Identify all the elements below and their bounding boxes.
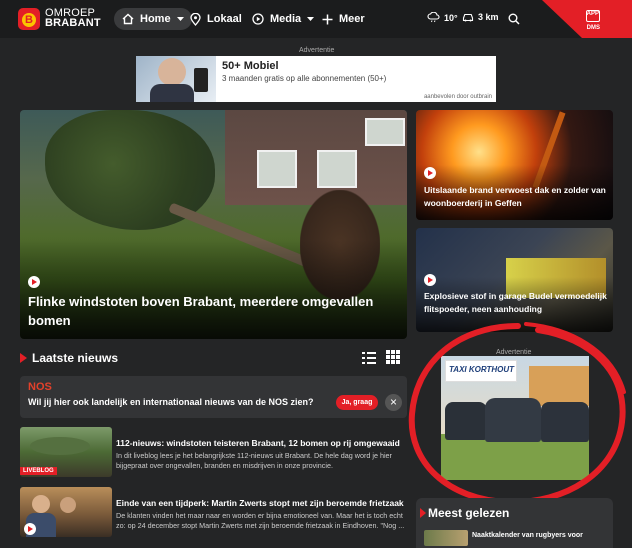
ad-label: Advertentie xyxy=(299,47,335,54)
car-icon xyxy=(462,13,474,22)
nav-home[interactable]: Home xyxy=(114,8,192,30)
section-marker-icon xyxy=(20,353,27,363)
hero-title[interactable]: Flinke windstoten boven Brabant, meerder… xyxy=(28,292,388,330)
traffic-indicator[interactable]: 3 km xyxy=(462,12,499,22)
app-download-banner[interactable]: APP DMS xyxy=(542,0,632,38)
most-read-title: Meest gelezen xyxy=(428,506,510,520)
chevron-down-icon xyxy=(176,16,184,21)
search-icon xyxy=(508,13,520,25)
play-icon xyxy=(424,274,436,286)
plus-icon xyxy=(322,14,333,24)
cloud-rain-icon xyxy=(427,12,440,23)
most-read-item-title[interactable]: Naaktkalender van rugbyers voor xyxy=(472,532,583,539)
side-article-title: Explosieve stof in garage Budel vermoede… xyxy=(424,291,607,314)
search-button[interactable] xyxy=(508,12,520,30)
chevron-down-icon xyxy=(307,16,315,21)
location-pin-icon xyxy=(190,12,201,26)
home-icon xyxy=(122,13,134,25)
list-icon xyxy=(362,352,376,364)
play-circle-icon xyxy=(252,13,264,25)
side-article-explosive[interactable]: Explosieve stof in garage Budel vermoede… xyxy=(416,228,613,332)
top-navigation-bar: B OMROEP BRABANT Home Lokaal Media Meer … xyxy=(0,0,632,38)
side-article-title: Uitslaande brand verwoest dak en zolder … xyxy=(424,185,606,208)
nav-meer[interactable]: Meer xyxy=(322,9,365,29)
news-item-description: In dit liveblog lees je het belangrijkst… xyxy=(116,451,392,470)
nos-logo: NOS xyxy=(28,381,52,393)
play-icon xyxy=(24,523,36,535)
news-item-title[interactable]: 112-nieuws: windstoten teisteren Brabant… xyxy=(116,438,400,448)
liveblog-badge: LIVEBLOG xyxy=(20,467,57,475)
site-logo-text[interactable]: OMROEP BRABANT xyxy=(45,8,101,29)
play-icon xyxy=(424,167,436,179)
nav-lokaal[interactable]: Lokaal xyxy=(190,9,242,29)
section-title: Laatste nieuws xyxy=(32,351,119,365)
section-marker-icon xyxy=(420,508,426,518)
nos-opt-in-banner: NOS Wil jij hier ook landelijk en intern… xyxy=(20,376,407,418)
hero-article[interactable]: Flinke windstoten boven Brabant, meerder… xyxy=(20,110,407,339)
nos-question: Wil jij hier ook landelijk en internatio… xyxy=(28,397,314,407)
news-item-description: De klanten vinden het maar naar en worde… xyxy=(116,511,405,530)
play-icon xyxy=(28,276,40,288)
omroep-brabant-logo-icon[interactable]: B xyxy=(18,8,40,30)
news-item-title[interactable]: Einde van een tijdperk: Martin Zwerts st… xyxy=(116,498,404,508)
side-article-fire[interactable]: Uitslaande brand verwoest dak en zolder … xyxy=(416,110,613,220)
news-thumbnail[interactable]: LIVEBLOG xyxy=(20,427,112,477)
nav-media[interactable]: Media xyxy=(252,9,315,29)
list-view-button[interactable] xyxy=(362,351,376,369)
ad-image xyxy=(136,56,216,102)
red-highlight-circle xyxy=(408,322,626,506)
news-thumbnail[interactable] xyxy=(20,487,112,537)
weather-indicator[interactable]: 10° xyxy=(427,12,458,23)
top-advertisement[interactable]: 50+ Mobiel 3 maanden gratis op alle abon… xyxy=(136,56,496,102)
nos-accept-button[interactable]: Ja, graag xyxy=(336,395,378,410)
most-read-panel: Meest gelezen Naaktkalender van rugbyers… xyxy=(416,498,613,548)
